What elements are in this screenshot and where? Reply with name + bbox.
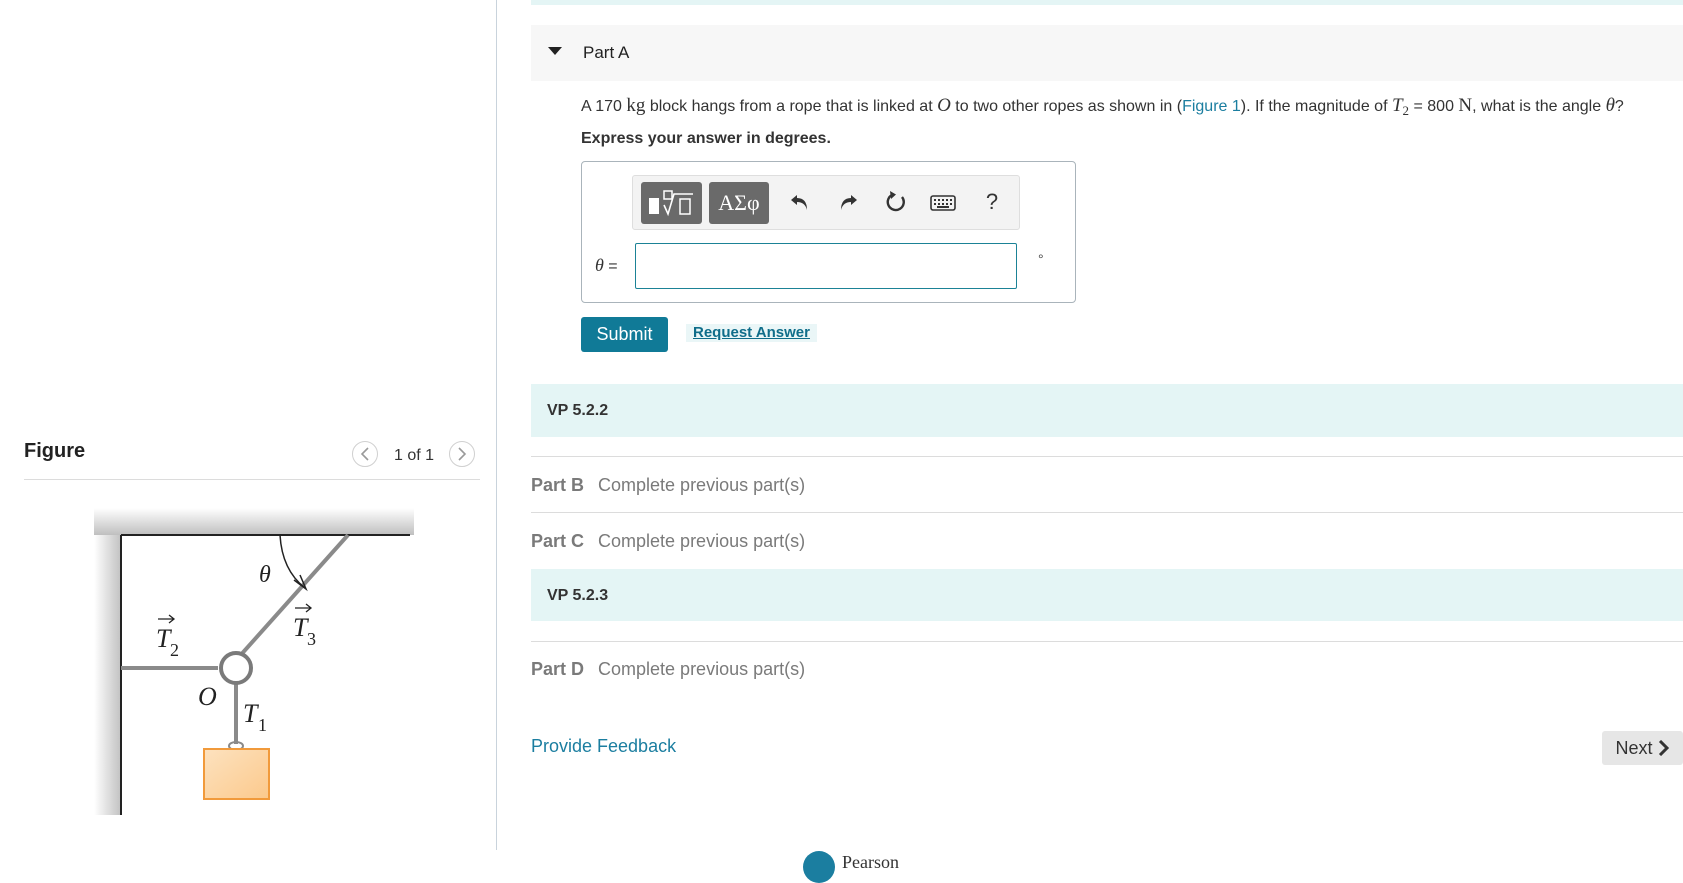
collapse-caret-icon[interactable] [548,47,562,55]
figure-title: Figure [24,440,86,462]
vp-section-title: VP 5.2.3 [547,587,609,604]
figure-next-button[interactable] [449,441,475,467]
ceiling-shading [94,508,414,535]
o-label: O [198,682,217,711]
undo-button[interactable] [785,187,815,217]
request-answer-link[interactable]: Request Answer [686,324,817,342]
redo-button[interactable] [833,187,863,217]
ring-o [219,651,253,685]
help-button[interactable]: ? [977,187,1007,217]
degree-unit: ° [1038,251,1044,267]
top-band [531,0,1683,5]
figure-diagram: θ T 2 T 3 O T 1 [94,508,414,815]
chevron-right-icon [1658,740,1669,756]
pearson-wordmark: Pearson [842,852,899,872]
part-a-title: Part A [583,43,630,62]
reset-icon [886,191,905,212]
t3-vector-arrow [295,603,313,613]
chevron-left-icon [360,447,369,461]
redo-icon [841,195,857,210]
t1-label: T [243,699,259,728]
help-icon: ? [985,189,999,214]
next-button[interactable]: Next [1602,731,1683,765]
answer-variable-label: θ = [595,255,618,275]
part-d-row[interactable]: Part D Complete previous part(s) [531,659,805,680]
provide-feedback-link[interactable]: Provide Feedback [531,736,676,757]
t2-vector-arrow [158,614,176,624]
question-text: A 170 kg block hangs from a rope that is… [581,95,1624,119]
part-a-header[interactable] [531,25,1683,81]
reset-button[interactable] [881,187,911,217]
keyboard-button[interactable] [928,188,958,218]
t1-subscript: 1 [258,715,267,735]
section-divider [531,456,1683,457]
chevron-right-icon [458,447,467,461]
part-c-row[interactable]: Part C Complete previous part(s) [531,531,805,552]
section-divider [531,641,1683,642]
section-divider [531,512,1683,513]
undo-icon [791,195,807,210]
pane-divider[interactable] [496,0,497,850]
answer-instruction: Express your answer in degrees. [581,130,831,147]
answer-input[interactable] [635,243,1017,289]
hanging-block [203,748,270,800]
vp-section-header[interactable] [531,384,1683,437]
keyboard-icon [930,195,956,211]
theta-label: θ [259,562,271,588]
submit-button[interactable]: Submit [581,317,668,352]
figure-divider [24,479,480,480]
figure-link[interactable]: Figure 1 [1182,98,1241,115]
pearson-logo [803,851,835,883]
part-b-row[interactable]: Part B Complete previous part(s) [531,475,805,496]
figure-prev-button[interactable] [352,441,378,467]
vp-section-title: VP 5.2.2 [547,402,609,419]
next-label: Next [1615,737,1653,758]
t2-subscript: 2 [170,640,179,660]
templates-button[interactable] [641,182,702,224]
templates-icon [648,190,693,217]
wall-shading [94,508,122,815]
angle-arc [279,534,306,589]
greek-icon: ΑΣφ [718,190,760,215]
figure-counter: 1 of 1 [394,447,435,464]
vp-section-header[interactable] [531,569,1683,621]
greek-symbols-button[interactable]: ΑΣφ [709,182,769,224]
t3-subscript: 3 [307,629,316,649]
